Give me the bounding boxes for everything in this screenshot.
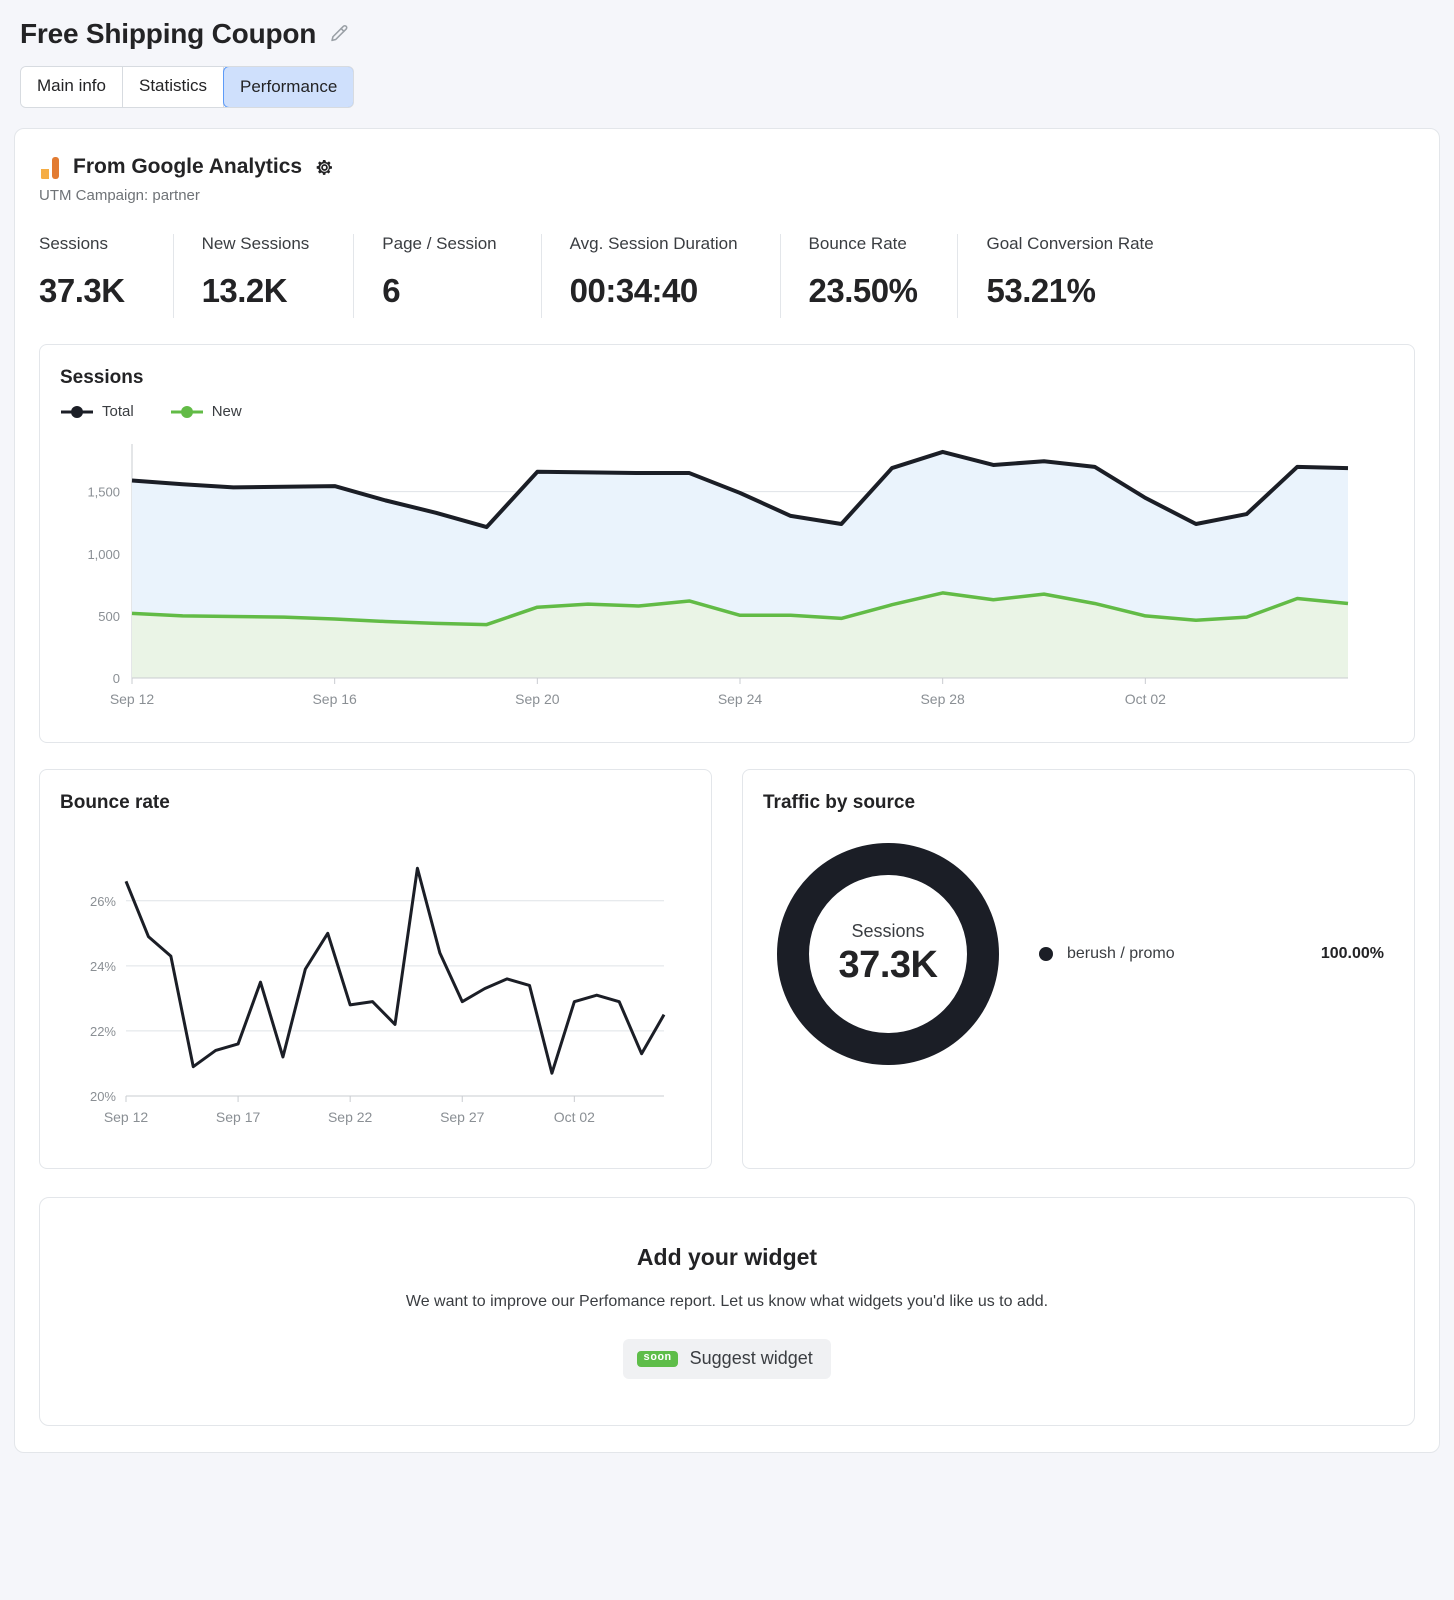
- metric-value: 00:34:40: [569, 272, 699, 310]
- metric-goal-conversion-rate: Goal Conversion Rate 53.21%: [958, 234, 1181, 318]
- bounce-rate-title: Bounce rate: [60, 792, 170, 814]
- secondary-charts-row: Bounce rate 20% 22% 24% 26% Sep 12 Sep 17 Sep …: [39, 769, 1415, 1170]
- svg-text:500: 500: [98, 609, 120, 624]
- add-widget-title: Add your widget: [636, 1244, 818, 1271]
- svg-text:26%: 26%: [90, 894, 116, 909]
- svg-text:Sep 12: Sep 12: [104, 1109, 149, 1125]
- metric-new-sessions: New Sessions 13.2K: [174, 234, 355, 319]
- metric-label: Goal Conversion Rate: [986, 234, 1154, 254]
- metric-value: 37.3K: [39, 272, 125, 310]
- traffic-by-source-body: Sessions 37.3K berush / promo 100.00%: [763, 838, 1394, 1070]
- gear-icon[interactable]: [314, 157, 335, 178]
- sessions-chart-legend: Total New: [60, 403, 1394, 420]
- ga-title: From Google Analytics: [73, 155, 303, 179]
- donut-center-label: Sessions: [851, 921, 925, 942]
- sessions-area-chart: 0 500 1,000 1,500 Sep 12 Sep 16 Sep 20 Sep 24 Se…: [87, 444, 1349, 707]
- page-header: Free Shipping Coupon Main info Statistic…: [14, 0, 1440, 109]
- metric-label: Avg. Session Duration: [569, 234, 738, 254]
- bounce-rate-line-chart: 20% 22% 24% 26% Sep 12 Sep 17 Sep 22 Sep 27 Oct …: [90, 867, 666, 1125]
- legend-marker-new: [170, 405, 204, 419]
- google-analytics-card: From Google Analytics UTM Campaign: part…: [14, 128, 1440, 1454]
- metric-value: 13.2K: [201, 272, 288, 310]
- add-widget-card: Add your widget We want to improve our P…: [39, 1197, 1415, 1427]
- donut-wrap: Sessions 37.3K: [763, 838, 1013, 1070]
- bounce-rate-card: Bounce rate 20% 22% 24% 26% Sep 12 Sep 17 Sep …: [39, 769, 712, 1170]
- metric-page-per-session: Page / Session 6: [354, 234, 542, 319]
- svg-text:0: 0: [113, 671, 120, 686]
- metric-value: 53.21%: [986, 272, 1096, 310]
- pencil-icon[interactable]: [328, 23, 350, 45]
- svg-text:1,500: 1,500: [87, 485, 120, 500]
- suggest-widget-label: Suggest widget: [689, 1348, 813, 1369]
- metric-value: 23.50%: [808, 272, 918, 310]
- tab-statistics[interactable]: Statistics: [122, 67, 225, 108]
- traffic-by-source-card: Traffic by source Sessions 37.3K berush …: [742, 769, 1415, 1170]
- legend-label-total: Total: [102, 403, 134, 421]
- add-widget-subtitle: We want to improve our Perfomance report…: [405, 1293, 1049, 1311]
- tab-performance[interactable]: Performance: [223, 67, 354, 108]
- metric-label: Page / Session: [382, 234, 497, 254]
- sessions-chart-title: Sessions: [60, 367, 144, 389]
- metrics-row: Sessions 37.3K New Sessions 13.2K Page /…: [39, 234, 1415, 319]
- soon-badge: soon: [637, 1350, 678, 1367]
- utm-campaign-label: UTM Campaign: partner: [39, 187, 200, 205]
- svg-text:20%: 20%: [90, 1089, 116, 1104]
- svg-text:Sep 24: Sep 24: [718, 691, 763, 707]
- svg-text:24%: 24%: [90, 959, 116, 974]
- svg-text:Sep 12: Sep 12: [110, 691, 155, 707]
- svg-text:Sep 20: Sep 20: [515, 691, 560, 707]
- source-color-dot-icon: [1039, 947, 1053, 962]
- traffic-source-legend: berush / promo 100.00%: [1013, 945, 1394, 963]
- sessions-chart-card: Sessions Total New 0 500 1,000 1,500 Sep…: [39, 344, 1415, 744]
- legend-marker-total: [60, 405, 94, 419]
- metric-avg-session-duration: Avg. Session Duration 00:34:40: [542, 234, 781, 319]
- legend-item-new[interactable]: New: [170, 403, 242, 420]
- ga-header: From Google Analytics: [39, 155, 1415, 180]
- view-tabs[interactable]: Main info Statistics Performance: [20, 66, 355, 109]
- metric-label: Sessions: [39, 234, 108, 254]
- metric-label: Bounce Rate: [808, 234, 907, 254]
- traffic-by-source-title: Traffic by source: [763, 792, 916, 814]
- tab-main-info[interactable]: Main info: [21, 67, 123, 108]
- legend-label-new: New: [211, 403, 242, 421]
- svg-text:Sep 27: Sep 27: [440, 1109, 485, 1125]
- svg-text:Sep 16: Sep 16: [312, 691, 357, 707]
- google-analytics-icon: [39, 155, 61, 180]
- donut-center-text: Sessions 37.3K: [763, 921, 1013, 987]
- metric-value: 6: [382, 272, 401, 310]
- donut-center-value: 37.3K: [838, 944, 938, 987]
- performance-page: Free Shipping Coupon Main info Statistic…: [0, 0, 1454, 1600]
- svg-text:Sep 22: Sep 22: [328, 1109, 373, 1125]
- traffic-source-row[interactable]: berush / promo 100.00%: [1039, 945, 1384, 963]
- suggest-widget-button[interactable]: soon Suggest widget: [623, 1339, 831, 1380]
- svg-text:22%: 22%: [90, 1024, 116, 1039]
- svg-text:Sep 28: Sep 28: [920, 691, 965, 707]
- source-name: berush / promo: [1067, 945, 1175, 963]
- metric-bounce-rate: Bounce Rate 23.50%: [781, 234, 959, 319]
- svg-text:Sep 17: Sep 17: [216, 1109, 261, 1125]
- source-percent: 100.00%: [1320, 945, 1384, 963]
- title-row: Free Shipping Coupon: [20, 18, 1434, 50]
- metric-label: New Sessions: [201, 234, 310, 254]
- legend-item-total[interactable]: Total: [60, 403, 134, 420]
- svg-text:1,000: 1,000: [87, 547, 120, 562]
- svg-text:Oct 02: Oct 02: [554, 1109, 595, 1125]
- svg-text:Oct 02: Oct 02: [1125, 691, 1166, 707]
- page-title: Free Shipping Coupon: [20, 18, 317, 49]
- metric-sessions: Sessions 37.3K: [39, 234, 174, 319]
